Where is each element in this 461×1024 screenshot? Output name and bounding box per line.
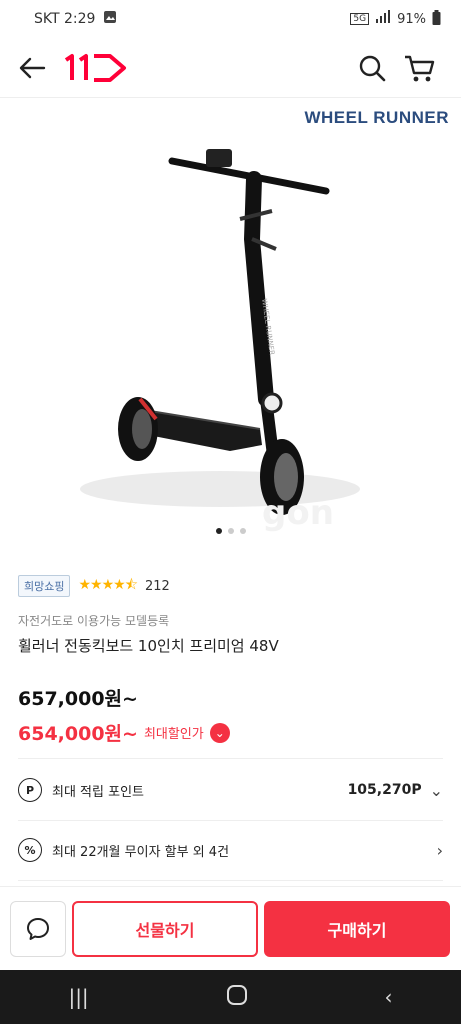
svg-text:gon: gon: [262, 493, 334, 533]
chat-icon: [27, 917, 49, 940]
points-icon: P: [18, 778, 42, 802]
bottom-action-bar: 선물하기 구매하기: [0, 886, 461, 970]
brand-logo: WHEEL RUNNER: [304, 108, 449, 127]
max-discount-label[interactable]: 최대할인가: [144, 723, 204, 742]
points-label: 최대 적립 포인트: [52, 784, 144, 800]
sale-price: 654,000원~: [18, 723, 138, 745]
11st-logo[interactable]: [62, 50, 132, 86]
product-image[interactable]: WHEEL RUNNER gon: [0, 99, 461, 544]
hope-shopping-badge[interactable]: 희망쇼핑: [18, 575, 71, 597]
pager-dot[interactable]: [215, 528, 222, 534]
divider: [18, 880, 443, 881]
installment-label: 최대 22개월 무이자 할부 외 4건: [52, 844, 230, 860]
divider: [18, 758, 443, 759]
search-icon[interactable]: [356, 52, 388, 84]
battery-text: 91%: [397, 11, 426, 27]
signal-icon: [375, 10, 391, 28]
percent-icon: %: [18, 838, 42, 862]
buy-button[interactable]: 구매하기: [264, 900, 450, 957]
review-count[interactable]: 212: [145, 579, 170, 594]
carrier-time: SKT 2:29: [34, 11, 96, 27]
points-value: 105,270P: [347, 782, 422, 798]
chevron-right-icon[interactable]: ›: [437, 841, 443, 860]
network-label: 5G: [350, 13, 370, 25]
gift-button[interactable]: 선물하기: [72, 900, 258, 957]
app-header: [0, 38, 461, 98]
product-info: 희망쇼핑 ★★★★⯪ 212 자전거도로 이용가능 모델등록 휠러너 전동킥보드…: [18, 566, 443, 746]
gallery-notification-icon: [103, 10, 117, 28]
chevron-down-icon[interactable]: ⌄: [430, 781, 443, 800]
back-arrow-icon[interactable]: [16, 52, 48, 84]
pager-dot[interactable]: [227, 528, 234, 534]
divider: [18, 820, 443, 821]
recent-apps-icon[interactable]: |||: [68, 985, 88, 1009]
chat-button[interactable]: [10, 900, 66, 957]
home-icon[interactable]: [226, 984, 248, 1011]
product-subtitle: 자전거도로 이용가능 모델등록: [18, 614, 170, 628]
points-row[interactable]: P 최대 적립 포인트 105,270P ⌄: [18, 762, 443, 818]
chevron-down-icon[interactable]: ⌄: [209, 722, 230, 743]
system-nav-bar: ||| ‹: [0, 970, 461, 1024]
original-price: 657,000원~: [18, 688, 138, 710]
installment-row[interactable]: % 최대 22개월 무이자 할부 외 4건 ›: [18, 822, 443, 878]
image-pager[interactable]: [0, 528, 461, 534]
status-bar: SKT 2:29 5G 91%: [0, 0, 461, 38]
back-icon[interactable]: ‹: [385, 985, 393, 1009]
cart-icon[interactable]: [402, 51, 436, 85]
battery-icon: [432, 9, 441, 29]
pager-dot[interactable]: [239, 528, 246, 534]
product-title: 휠러너 전동킥보드 10인치 프리미엄 48V: [18, 637, 279, 655]
rating-stars[interactable]: ★★★★⯪: [78, 574, 137, 598]
